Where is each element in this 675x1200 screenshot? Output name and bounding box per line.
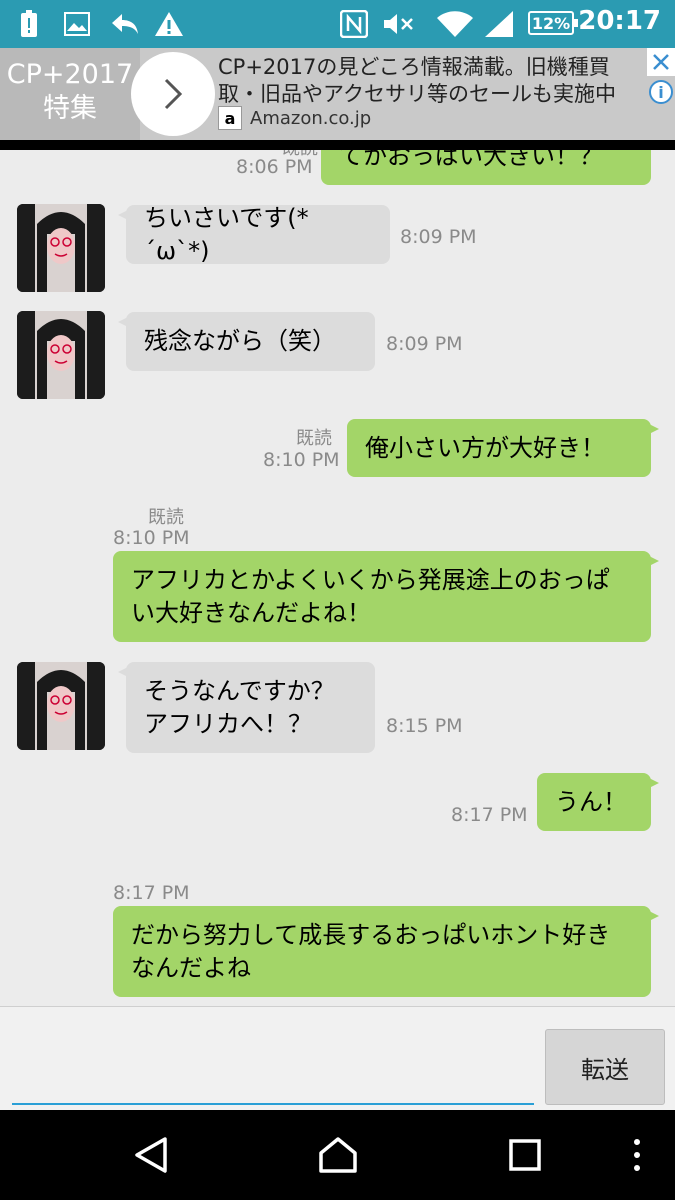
received-message[interactable]: 残念ながら（笑） — [118, 312, 375, 371]
sent-message[interactable]: うん！ — [537, 773, 659, 831]
send-button[interactable]: 転送 — [545, 1029, 665, 1105]
navigation-bar — [0, 1110, 675, 1200]
chat-area[interactable]: 既読 8:06 PM てかおっぱい大きい！？ ちいさいです(*´ω`*) 8:0… — [0, 150, 675, 1006]
more-icon — [634, 1139, 640, 1171]
message-text: てかおっぱい大きい！？ — [339, 150, 603, 170]
message-time: 8:06 PM — [236, 156, 313, 178]
message-time: 8:10 PM — [263, 449, 340, 471]
message-time: 8:09 PM — [400, 226, 477, 248]
recents-icon — [509, 1139, 541, 1171]
divider — [0, 140, 675, 150]
ad-source[interactable]: a Amazon.co.jp — [218, 106, 371, 130]
close-icon — [653, 54, 669, 70]
more-options-button[interactable] — [592, 1110, 675, 1200]
ad-text[interactable]: CP+2017の見どころ情報満載。旧機種買取・旧品やアクセサリ等のセールも実施中 — [218, 54, 648, 108]
message-time: 8:17 PM — [113, 882, 190, 904]
ad-close-button[interactable] — [647, 48, 675, 76]
recents-button[interactable] — [480, 1110, 570, 1200]
message-text: 俺小さい方が大好き！ — [365, 433, 605, 462]
message-time: 8:17 PM — [451, 804, 528, 826]
message-time: 8:15 PM — [386, 715, 463, 737]
clock: 20:17 — [578, 6, 661, 36]
ad-info-button[interactable]: i — [649, 80, 673, 104]
message-text: 残念ながら（笑） — [144, 327, 336, 355]
received-message[interactable]: ちいさいです(*´ω`*) — [118, 204, 390, 265]
message-text: アフリカとかよくいくから発展途上のおっぱい大好きなんだよね！ — [131, 565, 610, 627]
message-input[interactable] — [12, 1017, 534, 1105]
amazon-logo-icon: a — [218, 106, 242, 130]
ad-brand: CP+2017 特集 — [0, 48, 140, 140]
battery-alert-icon — [20, 10, 38, 38]
message-time: 8:10 PM — [113, 527, 190, 549]
ad-brand-line2: 特集 — [43, 93, 97, 124]
ad-brand-line1: CP+2017 — [6, 59, 134, 90]
wifi-icon — [436, 10, 474, 38]
back-button[interactable] — [106, 1110, 196, 1200]
read-receipt: 既読 — [296, 428, 332, 449]
home-button[interactable] — [293, 1110, 383, 1200]
message-composer: 転送 — [0, 1006, 675, 1111]
sent-message[interactable]: だから努力して成長するおっぱいホント好きなんだよね — [113, 906, 659, 997]
message-time: 8:09 PM — [386, 333, 463, 355]
message-text: だから努力して成長するおっぱいホント好きなんだよね — [131, 920, 611, 982]
home-icon — [319, 1137, 357, 1173]
signal-icon — [484, 10, 514, 38]
ad-open-button[interactable] — [131, 52, 215, 136]
avatar-photo — [17, 662, 105, 750]
back-icon — [135, 1137, 167, 1173]
avatar-photo — [17, 311, 105, 399]
received-message[interactable]: そうなんですか？ アフリカへ！？ — [118, 662, 375, 753]
mute-icon — [382, 10, 416, 38]
status-bar: 12% 20:17 — [0, 0, 675, 48]
warning-icon — [154, 10, 184, 38]
sent-message[interactable]: てかおっぱい大きい！？ — [321, 150, 651, 185]
reply-icon — [110, 10, 140, 38]
image-icon — [64, 10, 90, 38]
avatar[interactable] — [17, 204, 105, 292]
ad-banner[interactable]: CP+2017 特集 CP+2017の見どころ情報満載。旧機種買取・旧品やアクセ… — [0, 48, 675, 140]
avatar-photo — [17, 204, 105, 292]
ad-source-label: Amazon.co.jp — [250, 107, 372, 129]
nfc-icon — [340, 10, 368, 38]
avatar[interactable] — [17, 662, 105, 750]
read-receipt: 既読 — [148, 507, 184, 528]
chevron-right-icon — [164, 78, 183, 110]
sent-message[interactable]: 俺小さい方が大好き！ — [347, 419, 659, 477]
battery-level: 12% — [528, 11, 578, 35]
message-text: ちいさいです(*´ω`*) — [144, 203, 309, 265]
avatar[interactable] — [17, 311, 105, 399]
message-text: うん！ — [555, 787, 627, 816]
message-text: そうなんですか？ アフリカへ！？ — [144, 676, 335, 738]
sent-message[interactable]: アフリカとかよくいくから発展途上のおっぱい大好きなんだよね！ — [113, 551, 659, 642]
